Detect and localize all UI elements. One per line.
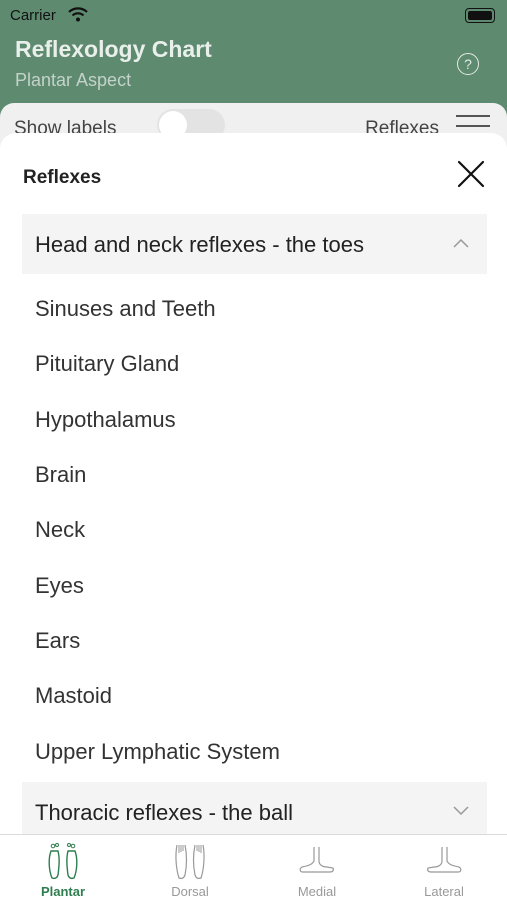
tab-label: Lateral [424,884,464,899]
help-icon[interactable]: ? [457,53,479,75]
chevron-down-icon [453,806,469,816]
tab-bar: Plantar Dorsal Medial Lateral [0,834,507,901]
list-item-mastoid[interactable]: Mastoid [35,683,112,709]
tab-plantar[interactable]: Plantar [0,835,126,901]
tab-label: Plantar [40,884,86,899]
reflexes-sheet: Reflexes Head and neck reflexes - the to… [0,133,507,834]
sheet-title: Reflexes [23,167,102,188]
tab-medial[interactable]: Medial [254,835,380,901]
lateral-foot-icon [427,847,462,873]
page-title: Reflexology Chart [15,36,212,62]
battery-icon [465,8,495,23]
medial-foot-icon [299,847,334,873]
list-item-ears[interactable]: Ears [35,628,80,654]
section-label: Head and neck reflexes - the toes [35,232,364,257]
page-subtitle: Plantar Aspect [15,70,132,90]
list-item-pituitary-gland[interactable]: Pituitary Gland [35,351,179,377]
list-item-sinuses-and-teeth[interactable]: Sinuses and Teeth [35,296,216,322]
list-item-eyes[interactable]: Eyes [35,573,84,599]
list-item-hypothalamus[interactable]: Hypothalamus [35,407,176,433]
tab-dorsal[interactable]: Dorsal [127,835,253,901]
list-item-neck[interactable]: Neck [35,517,85,543]
chevron-up-icon [453,238,469,248]
dorsal-feet-icon [175,844,205,879]
plantar-feet-icon [48,843,78,880]
tab-label: Dorsal [171,884,209,899]
carrier-label: Carrier [10,7,56,24]
list-item-brain[interactable]: Brain [35,462,86,488]
section-label: Thoracic reflexes - the ball [35,800,293,825]
tab-label: Medial [297,884,337,899]
section-thoracic[interactable]: Thoracic reflexes - the ball [22,782,487,834]
close-icon[interactable] [455,158,487,190]
wifi-icon [68,7,88,22]
status-bar: Carrier [10,6,495,26]
tab-lateral[interactable]: Lateral [381,835,507,901]
section-head-and-neck[interactable]: Head and neck reflexes - the toes [22,214,487,274]
list-item-upper-lymphatic-system[interactable]: Upper Lymphatic System [35,739,280,765]
